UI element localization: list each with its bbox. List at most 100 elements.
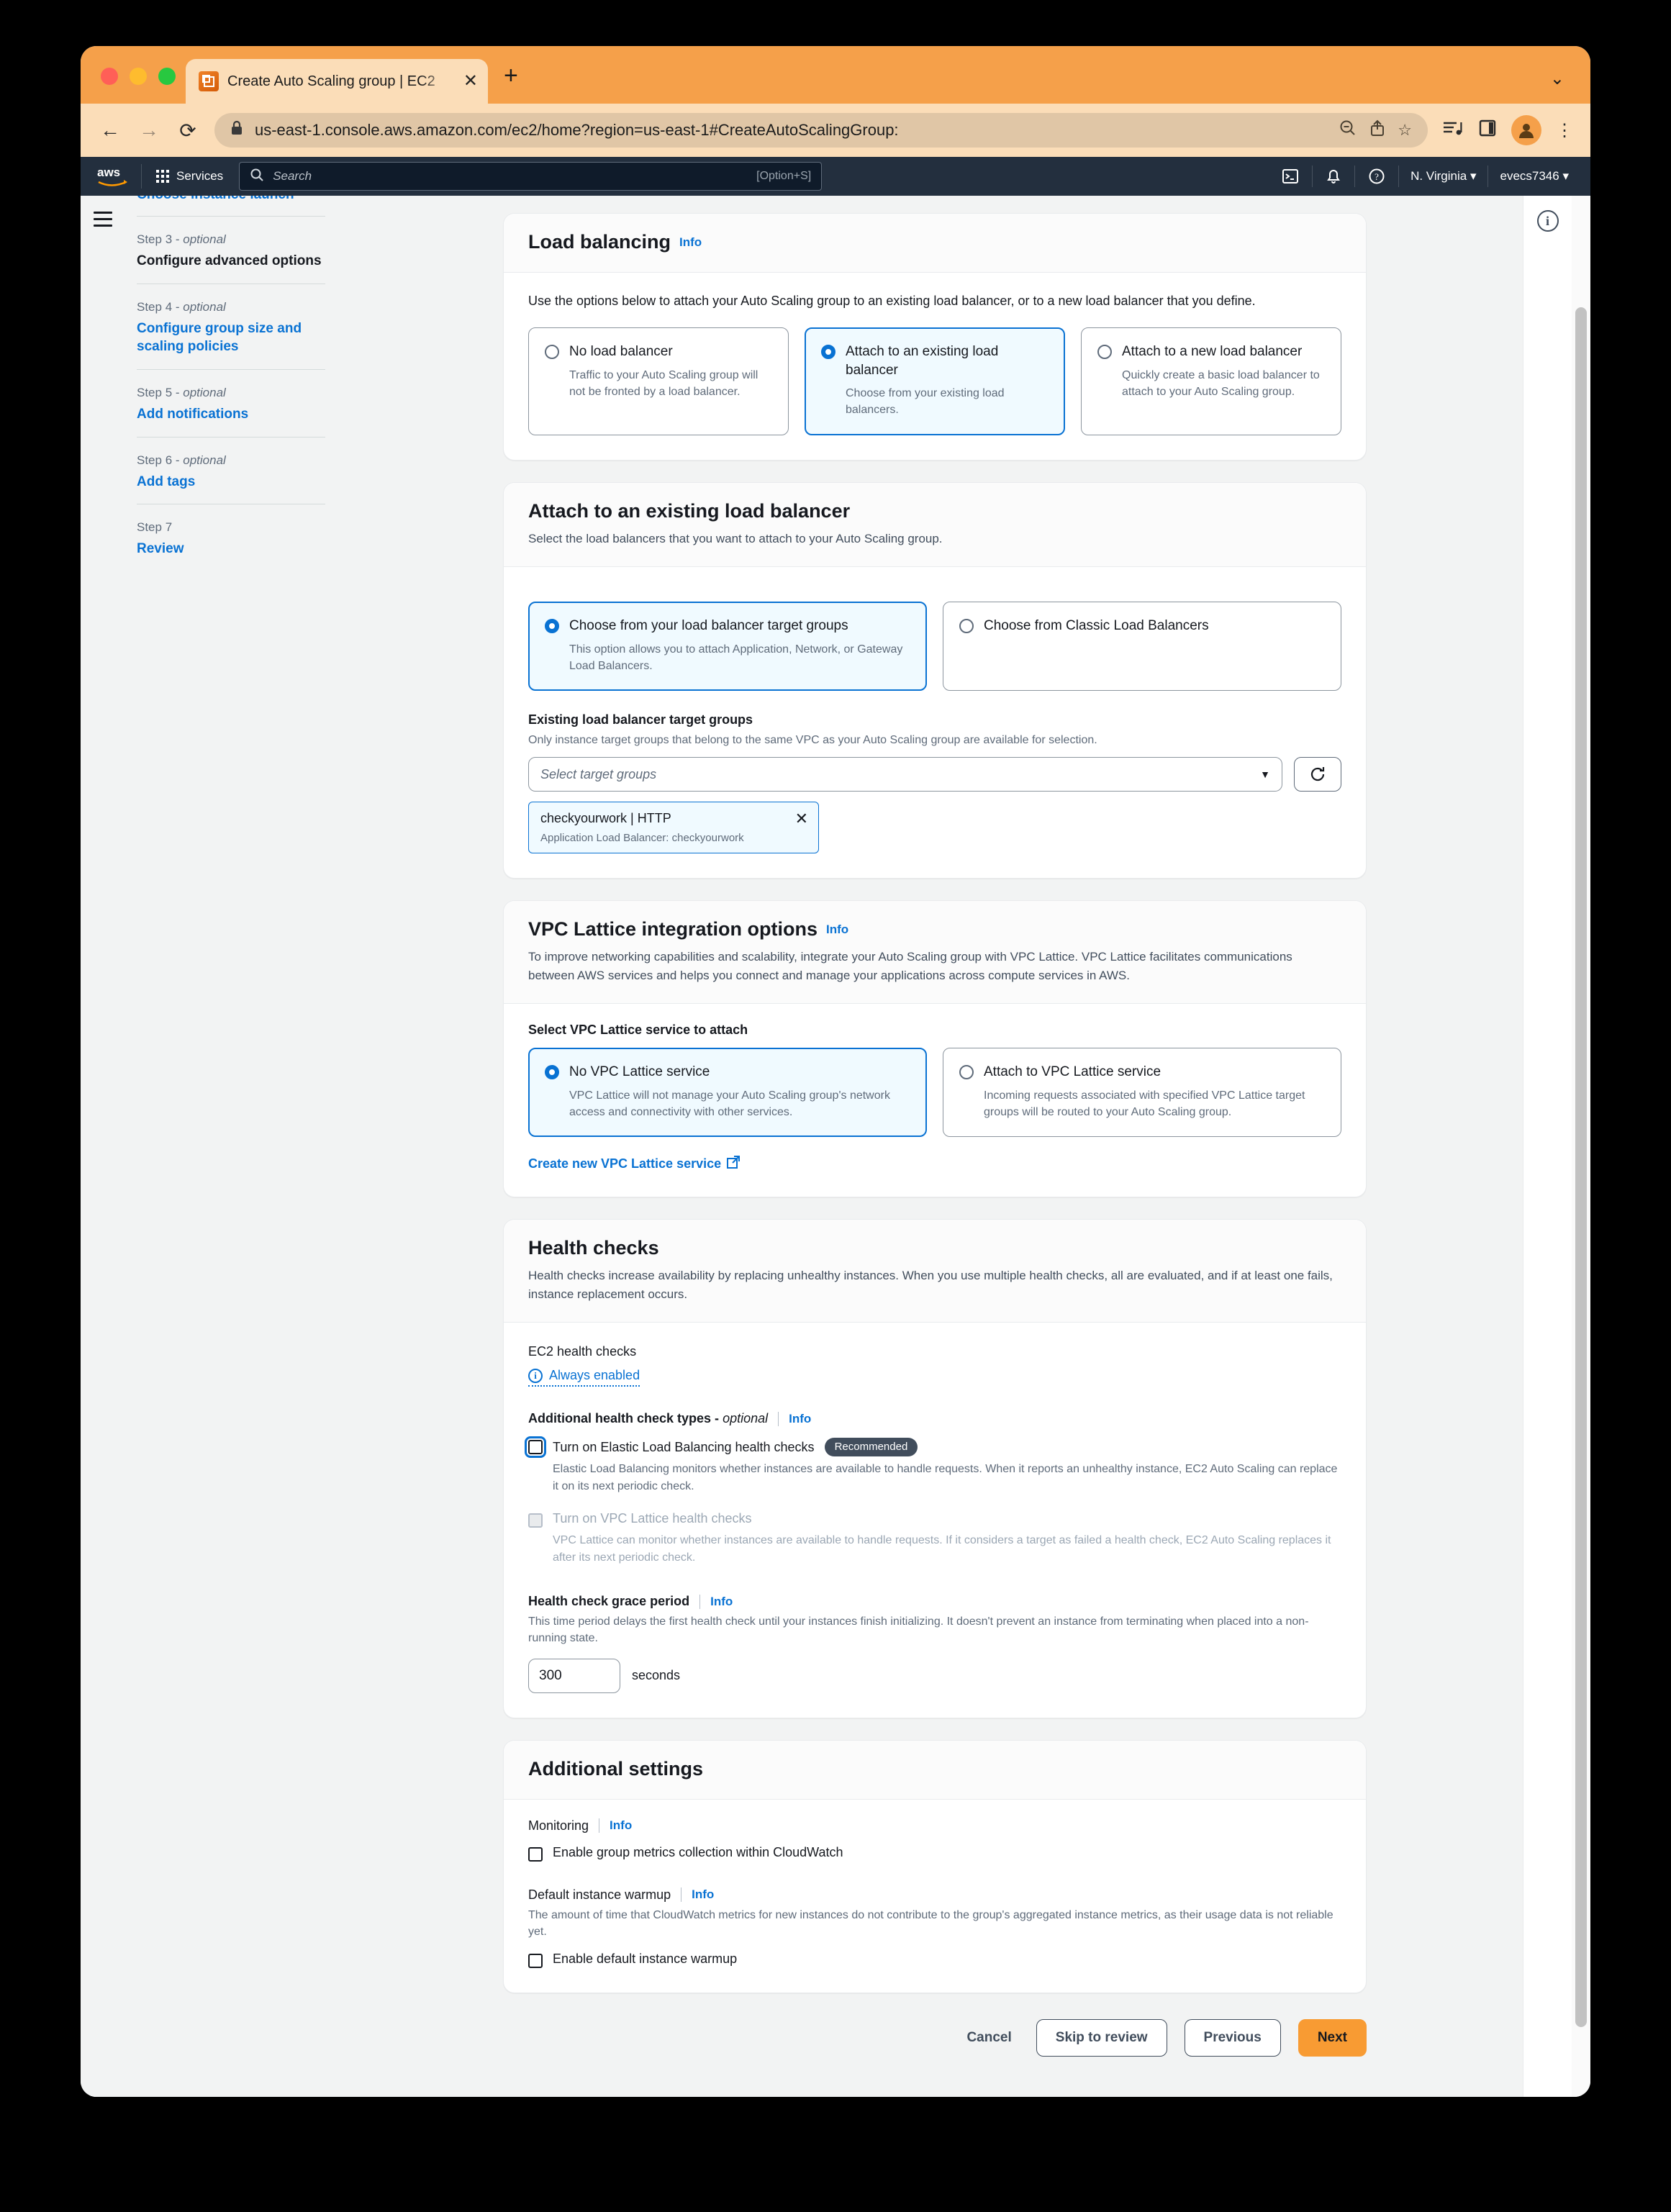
region-selector[interactable]: N. Virginia ▾ [1399,169,1487,183]
radio-tile-attach-vpc-lattice[interactable]: Attach to VPC Lattice service Incoming r… [943,1048,1341,1138]
option-description: This option allows you to attach Applica… [569,643,903,672]
window-traffic-lights [81,68,176,104]
additional-health-check-types-row: Additional health check types - optional… [528,1411,1341,1426]
sidebar-item-step-3[interactable]: Step 3 - optional Configure advanced opt… [137,217,325,271]
info-link[interactable]: Info [679,235,702,249]
group-metrics-checkbox-row[interactable]: Enable group metrics collection within C… [528,1845,1341,1862]
bookmark-star-icon[interactable]: ☆ [1398,121,1412,140]
aws-logo[interactable]: aws [96,164,131,189]
section-subtitle: Select the load balancers that you want … [528,531,943,545]
address-bar[interactable]: us-east-1.console.aws.amazon.com/ec2/hom… [214,113,1428,148]
bell-icon[interactable] [1313,168,1354,185]
hamburger-menu-icon[interactable] [94,212,112,2097]
info-link[interactable]: Info [826,923,848,936]
close-tab-button[interactable]: ✕ [463,73,478,90]
vpc-lattice-option-group: No VPC Lattice service VPC Lattice will … [528,1048,1341,1138]
close-window-button[interactable] [101,68,118,85]
wizard-steps-sidebar: Choose instance launch options Step 3 - … [125,196,347,2097]
radio-icon[interactable] [821,344,836,359]
info-link[interactable]: Info [710,1595,733,1609]
radio-tile-attach-existing-load-balancer[interactable]: Attach to an existing load balancer Choo… [805,327,1065,435]
previous-button[interactable]: Previous [1184,2019,1281,2057]
search-input[interactable]: Search [Option+S] [239,162,823,191]
divider [778,1411,779,1426]
close-icon[interactable]: ✕ [785,811,808,827]
always-enabled-label: Always enabled [549,1368,640,1383]
chevron-down-icon[interactable]: ⌄ [1550,68,1564,89]
info-link[interactable]: Info [610,1818,632,1833]
always-enabled-badge[interactable]: i Always enabled [528,1368,640,1387]
reading-list-icon[interactable] [1442,119,1464,142]
step-label[interactable]: Add tags [137,473,325,491]
step-label[interactable]: Add notifications [137,405,325,424]
radio-icon[interactable] [545,1065,559,1080]
step-label[interactable]: Review [137,540,325,558]
target-groups-select[interactable]: Select target groups ▼ [528,757,1282,792]
cancel-button[interactable]: Cancel [959,2030,1018,2046]
zoom-out-icon[interactable] [1339,119,1357,142]
grace-period-input[interactable] [528,1658,620,1693]
browser-menu-icon[interactable]: ⋮ [1556,120,1573,141]
maximize-window-button[interactable] [158,68,176,85]
info-link[interactable]: Info [789,1412,811,1426]
services-menu-button[interactable]: Services [152,169,227,183]
additional-settings-card: Additional settings Monitoring Info Enab… [503,1739,1367,1994]
next-button[interactable]: Next [1298,2019,1367,2057]
browser-tab[interactable]: Create Auto Scaling group | EC2 ✕ [186,59,488,104]
back-button[interactable]: ← [98,119,122,142]
refresh-button[interactable] [1294,757,1341,792]
card-header: Load balancing Info [504,214,1366,273]
radio-tile-no-load-balancer[interactable]: No load balancer Traffic to your Auto Sc… [528,327,789,435]
forward-button[interactable]: → [137,119,161,142]
sidebar-item-choose-instance-launch-options[interactable]: Choose instance launch options [137,196,325,203]
sidebar-item-step-5[interactable]: Step 5 - optional Add notifications [137,370,325,424]
cloudshell-icon[interactable] [1269,168,1312,184]
radio-icon[interactable] [545,344,559,359]
link-label: Create new VPC Lattice service [528,1156,722,1171]
info-icon[interactable]: i [1536,210,1559,232]
elb-health-checks-checkbox[interactable] [525,1436,546,1459]
help-icon[interactable]: ? [1355,168,1398,185]
radio-tile-classic-load-balancers[interactable]: Choose from Classic Load Balancers [943,602,1341,692]
default-warmup-checkbox-row[interactable]: Enable default instance warmup [528,1952,1341,1969]
skip-to-review-button[interactable]: Skip to review [1036,2019,1167,2057]
sidebar-toggle-icon[interactable] [1478,119,1497,142]
account-menu[interactable]: evecs7346 ▾ [1488,169,1580,183]
svg-text:?: ? [1375,171,1379,182]
card-header: Attach to an existing load balancer Sele… [504,482,1366,568]
sidebar-item-step-6[interactable]: Step 6 - optional Add tags [137,438,325,491]
search-icon [250,168,264,186]
avatar[interactable] [1511,115,1541,145]
radio-tile-target-groups[interactable]: Choose from your load balancer target gr… [528,602,927,692]
radio-tile-no-vpc-lattice[interactable]: No VPC Lattice service VPC Lattice will … [528,1048,927,1138]
new-tab-button[interactable]: + [504,63,518,88]
page-content: Choose instance launch options Step 3 - … [81,196,1590,2097]
section-description: Health checks increase availability by r… [528,1269,1333,1301]
selected-target-group-token: checkyourwork | HTTP ✕ Application Load … [528,802,819,854]
load-balancer-option-group: No load balancer Traffic to your Auto Sc… [528,327,1341,435]
radio-icon[interactable] [545,619,559,634]
minimize-window-button[interactable] [130,68,147,85]
target-group-source-option-group: Choose from your load balancer target gr… [528,602,1341,692]
radio-icon[interactable] [959,619,974,634]
step-label[interactable]: Configure group size and scaling policie… [137,319,325,356]
scrollbar-thumb[interactable] [1575,307,1587,2027]
sidebar-item-step-7[interactable]: Step 7 Review [137,504,325,558]
radio-icon[interactable] [959,1065,974,1080]
share-icon[interactable] [1369,119,1386,142]
step-number: Step 7 [137,520,173,535]
nav-rail [81,196,125,2097]
default-warmup-checkbox[interactable] [528,1954,543,1969]
group-metrics-checkbox[interactable] [528,1846,543,1862]
reload-button[interactable]: ⟳ [176,119,200,142]
info-link[interactable]: Info [692,1887,714,1902]
elb-health-checks-checkbox-row[interactable]: Turn on Elastic Load Balancing health ch… [525,1436,1341,1459]
sidebar-item-step-4[interactable]: Step 4 - optional Configure group size a… [137,284,325,356]
section-title: Health checks [528,1237,659,1259]
divider [699,1594,701,1609]
radio-tile-attach-new-load-balancer[interactable]: Attach to a new load balancer Quickly cr… [1081,327,1341,435]
create-vpc-lattice-service-link[interactable]: Create new VPC Lattice service [528,1156,741,1172]
radio-icon[interactable] [1097,344,1112,359]
token-label: checkyourwork | HTTP [540,811,671,826]
scrollbar[interactable] [1572,196,1590,2097]
